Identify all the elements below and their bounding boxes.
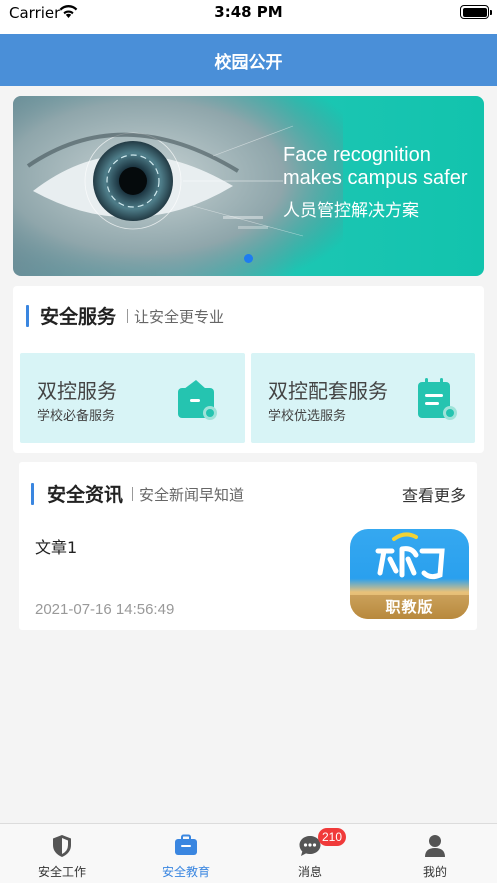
carousel-indicator	[244, 254, 253, 263]
thumbnail-label: 职教版	[385, 598, 434, 616]
service-tile-dual-control[interactable]: 双控服务 学校必备服务	[20, 353, 245, 443]
banner-carousel[interactable]: Face recognition makes campus safer 人员管控…	[13, 96, 484, 276]
user-icon	[425, 835, 445, 857]
unread-badge: 210	[318, 828, 347, 846]
service-section-subtitle: 让安全更专业	[127, 306, 224, 327]
service-section: 安全服务 让安全更专业 双控服务 学校必备服务 双控配套服务 学校优选服务	[13, 286, 484, 453]
tab-label: 安全教育	[161, 865, 210, 879]
banner-headline: Face recognition makes campus safer	[283, 144, 468, 190]
tab-label: 消息	[297, 865, 322, 879]
article-thumbnail: 职教版	[350, 529, 469, 619]
tab-safety-work[interactable]: 安全工作	[0, 824, 124, 883]
service-desc: 学校必备服务	[37, 409, 116, 424]
service-section-title: 安全服务	[40, 306, 117, 328]
service-name: 双控配套服务	[268, 379, 388, 403]
status-bar: Carrier 3:48 PM	[0, 0, 497, 34]
banner-line-2: makes campus safer	[283, 167, 468, 189]
section-accent-bar	[31, 483, 34, 505]
article-title: 文章1	[35, 538, 78, 557]
service-name: 双控服务	[37, 379, 117, 403]
banner-subheadline: 人员管控解决方案	[283, 201, 419, 221]
calendar-icon	[418, 378, 457, 420]
news-section: 安全资讯 安全新闻早知道 查看更多 文章1 2021-07-16 14:56:4…	[19, 462, 477, 630]
page-title: 校园公开	[214, 53, 283, 73]
service-desc: 学校优选服务	[268, 409, 347, 424]
briefcase-icon	[175, 834, 197, 855]
tab-label: 安全工作	[37, 865, 86, 879]
tab-label: 我的	[422, 865, 447, 879]
navigation-bar: 校园公开	[0, 34, 497, 86]
service-tile-dual-control-support[interactable]: 双控配套服务 学校优选服务	[251, 353, 475, 443]
view-more-link[interactable]: 查看更多	[402, 482, 466, 506]
shield-icon	[53, 835, 71, 857]
news-section-subtitle: 安全新闻早知道	[132, 484, 244, 505]
tab-safety-education[interactable]: 安全教育	[124, 824, 248, 883]
article-timestamp: 2021-07-16 14:56:49	[35, 601, 175, 618]
battery-icon	[460, 5, 492, 19]
clock: 3:48 PM	[214, 3, 283, 21]
wallet-icon	[178, 380, 217, 420]
tab-bar: 安全工作 安全教育 210 消息 我的	[0, 823, 497, 883]
tab-messages[interactable]: 210 消息	[248, 824, 372, 883]
news-section-title: 安全资讯	[47, 484, 124, 506]
section-accent-bar	[26, 305, 29, 327]
tab-profile[interactable]: 我的	[373, 824, 497, 883]
banner-line-1: Face recognition	[283, 144, 431, 166]
app-logo-icon	[375, 532, 445, 580]
